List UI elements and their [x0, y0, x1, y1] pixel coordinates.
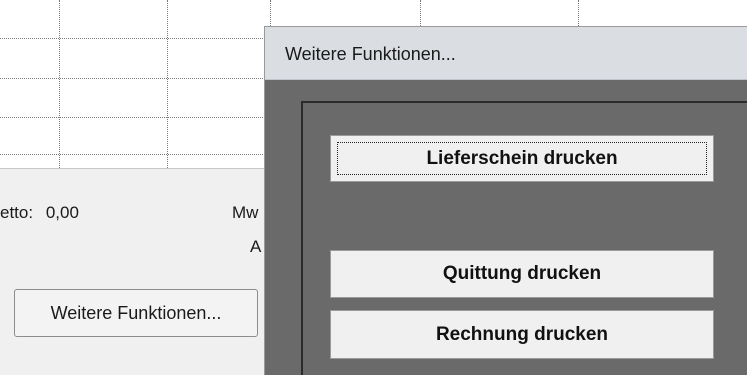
dialog-title: Weitere Funktionen... [285, 44, 456, 64]
print-receipt-button[interactable]: Quittung drucken [330, 250, 714, 298]
netto-label: etto: [0, 203, 34, 222]
dialog-titlebar[interactable]: Weitere Funktionen... [265, 27, 747, 80]
mwst-label: Mw [232, 203, 259, 222]
grid-line [59, 0, 60, 168]
netto-value: 0,00 [45, 203, 79, 222]
grid-line [167, 0, 168, 168]
a-label: A [250, 237, 262, 256]
print-delivery-note-button[interactable]: Lieferschein drucken [330, 135, 714, 182]
netto-summary: etto: 0,00 [0, 203, 79, 223]
more-functions-button[interactable]: Weitere Funktionen... [14, 289, 258, 337]
print-invoice-button[interactable]: Rechnung drucken [330, 310, 714, 359]
more-functions-dialog: Weitere Funktionen... Lieferschein druck… [264, 26, 747, 375]
